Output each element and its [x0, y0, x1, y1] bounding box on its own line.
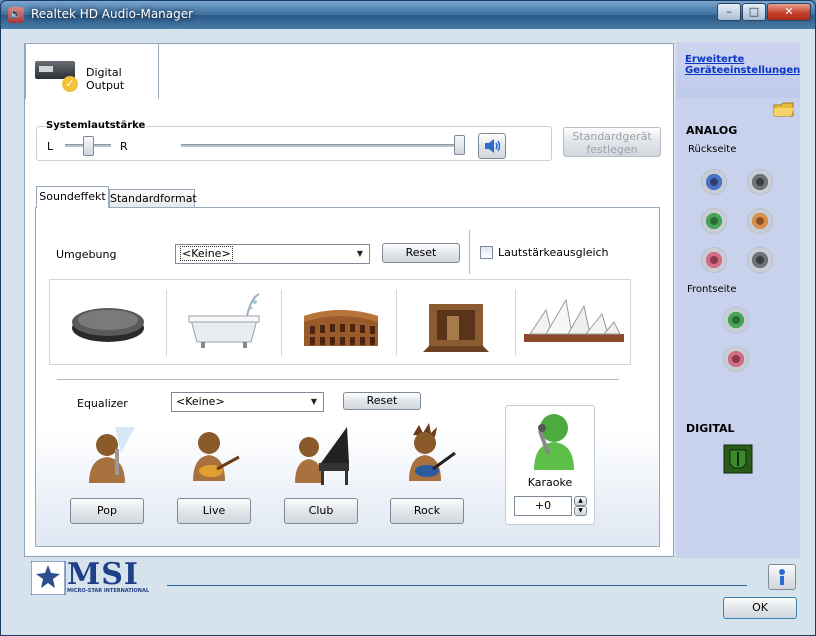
chevron-down-icon: ▼	[356, 249, 364, 258]
rear-label: Rückseite	[688, 144, 737, 155]
rear-jack-blue[interactable]	[701, 169, 727, 195]
equalizer-reset-button[interactable]: Reset	[343, 392, 421, 410]
balance-left-label: L	[47, 140, 54, 153]
set-default-device-button[interactable]: Standardgerät festlegen	[563, 127, 661, 157]
club-pianist-icon	[295, 427, 349, 485]
window: 🔈 Realtek HD Audio-Manager – □ ✕ ✓ Digit…	[0, 0, 816, 636]
loudness-label: Lautstärkeausgleich	[498, 246, 609, 259]
environment-preset-opera-house[interactable]	[516, 280, 631, 366]
environment-presets	[49, 279, 631, 365]
advanced-settings-line2: Geräteeinstellungen	[685, 65, 801, 76]
rock-guitarist-icon	[409, 423, 456, 481]
stone-icon	[72, 308, 144, 342]
rear-jack-pink[interactable]	[701, 247, 727, 273]
chevron-down-icon: ▼	[310, 397, 318, 406]
digital-output-port-icon[interactable]	[723, 444, 753, 474]
karaoke-singer-icon	[534, 414, 574, 470]
eq-preset-pop-button[interactable]: Pop	[70, 498, 144, 524]
volume-slider-thumb[interactable]	[454, 135, 465, 155]
set-default-line1: Standardgerät	[572, 130, 652, 143]
equalizer-select-value: <Keine>	[176, 395, 225, 408]
advanced-settings-link[interactable]: Erweiterte Geräteeinstellungen	[685, 54, 800, 76]
bathtub-icon	[188, 293, 260, 348]
tab-sound-effect[interactable]: Soundeffekt	[36, 186, 109, 208]
set-default-line2: festlegen	[586, 143, 638, 156]
rear-jack-gray-2[interactable]	[747, 247, 773, 273]
environment-reset-button[interactable]: Reset	[382, 243, 460, 263]
rear-jack-green[interactable]	[701, 208, 727, 234]
rear-jack-orange[interactable]	[747, 208, 773, 234]
environment-select[interactable]: <Keine> ▼	[175, 244, 370, 264]
rear-jack-gray[interactable]	[747, 169, 773, 195]
checkmark-icon: ✓	[62, 76, 78, 92]
karaoke-up-button[interactable]: ▲	[574, 496, 587, 506]
volume-track	[181, 144, 463, 147]
karaoke-value-field[interactable]: +0	[514, 496, 572, 516]
horizontal-divider	[57, 379, 619, 380]
karaoke-label: Karaoke	[527, 476, 573, 489]
system-volume-title: Systemlautstärke	[45, 120, 147, 131]
info-button[interactable]	[768, 564, 796, 590]
live-guitarist-icon	[193, 432, 240, 481]
opera-house-icon	[524, 298, 624, 342]
tab-default-format[interactable]: Standardformat	[109, 189, 197, 207]
vertical-divider	[469, 230, 470, 274]
balance-slider-thumb[interactable]	[83, 136, 94, 156]
speaker-icon: 🔈	[8, 7, 24, 23]
colosseum-icon	[304, 310, 378, 346]
front-jack-pink[interactable]	[723, 346, 749, 372]
digital-title: DIGITAL	[686, 422, 735, 435]
environment-preset-stone[interactable]	[50, 280, 166, 366]
analog-title: ANALOG	[686, 124, 738, 137]
footer-divider	[167, 585, 747, 586]
msi-brand-text: MSI	[67, 557, 139, 592]
eq-preset-rock-button[interactable]: Rock	[390, 498, 464, 524]
environment-preset-colosseum[interactable]	[282, 280, 396, 366]
tab-digital-output[interactable]: ✓ Digital Output	[25, 43, 159, 99]
karaoke-down-button[interactable]: ▼	[574, 506, 587, 516]
speaker-volume-icon	[485, 139, 501, 153]
environment-label: Umgebung	[56, 248, 117, 261]
environment-preset-room[interactable]	[397, 280, 515, 366]
info-icon	[779, 569, 785, 585]
room-icon	[423, 304, 489, 352]
environment-preset-bathroom[interactable]	[167, 280, 281, 366]
maximize-button[interactable]: □	[742, 3, 766, 21]
advanced-settings-line1: Erweiterte	[685, 54, 745, 65]
window-title: Realtek HD Audio-Manager	[31, 7, 194, 21]
equalizer-label: Equalizer	[77, 397, 128, 410]
tab-digital-output-label: Digital Output	[86, 66, 125, 92]
pop-singer-icon	[89, 427, 135, 483]
msi-brand-subtitle: MICRO-STAR INTERNATIONAL	[67, 588, 150, 594]
minimize-button[interactable]: –	[717, 3, 741, 21]
front-label: Frontseite	[687, 284, 737, 295]
title-bar: 🔈 Realtek HD Audio-Manager – □ ✕	[1, 1, 815, 29]
karaoke-panel: Karaoke +0 ▲ ▼	[505, 405, 595, 525]
equalizer-select[interactable]: <Keine> ▼	[171, 392, 324, 412]
eq-preset-live-button[interactable]: Live	[177, 498, 251, 524]
folder-icon[interactable]	[773, 100, 795, 118]
balance-right-label: R	[120, 140, 128, 153]
sidebar	[676, 42, 800, 558]
ok-button[interactable]: OK	[723, 597, 797, 619]
environment-select-value: <Keine>	[180, 246, 233, 261]
close-button[interactable]: ✕	[767, 3, 811, 21]
front-jack-green[interactable]	[723, 307, 749, 333]
mute-button[interactable]	[478, 133, 506, 159]
eq-preset-club-button[interactable]: Club	[284, 498, 358, 524]
loudness-checkbox[interactable]	[480, 246, 493, 259]
